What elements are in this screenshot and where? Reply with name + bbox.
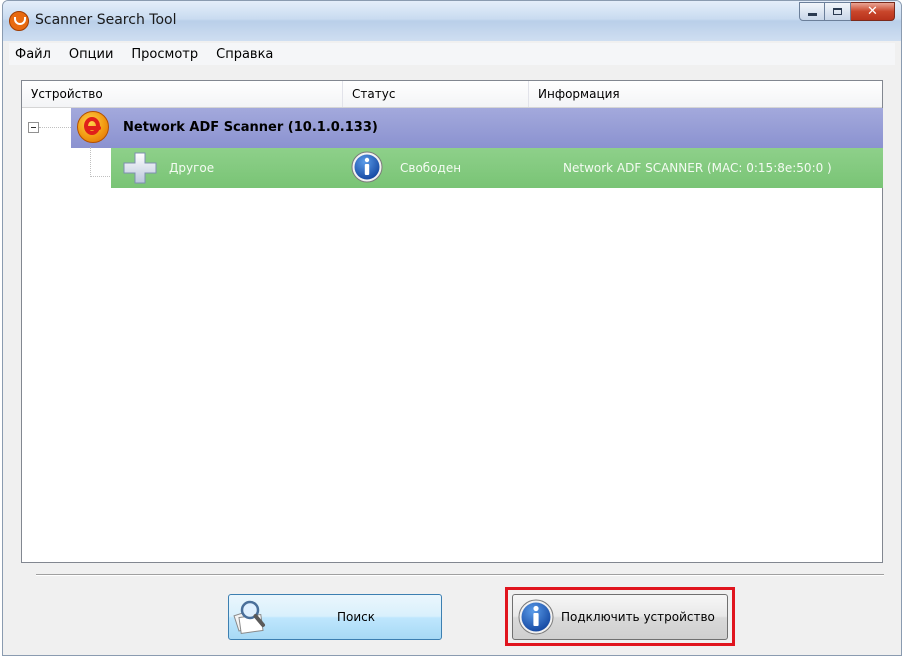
separator — [36, 574, 884, 576]
list-header: Устройство Статус Информация — [22, 81, 882, 108]
device-name: Network ADF Scanner (10.1.0.133) — [123, 120, 378, 135]
device-type: Другое — [169, 161, 215, 175]
close-button[interactable]: ✕ — [851, 2, 895, 21]
menu-help[interactable]: Справка — [214, 46, 275, 63]
menu-file[interactable]: Файл — [13, 46, 53, 63]
tree-connector — [90, 176, 112, 177]
connect-button-label: Подключить устройство — [561, 610, 715, 624]
menu-bar: Файл Опции Просмотр Справка — [9, 43, 895, 65]
maximize-button[interactable] — [825, 2, 851, 21]
info-icon — [351, 151, 383, 183]
column-header-info[interactable]: Информация — [529, 81, 884, 107]
device-info: Network ADF SCANNER (MAC: 0:15:8e:50:0 ) — [563, 161, 832, 175]
scanner-logo-icon — [77, 111, 109, 143]
device-subitem-row[interactable]: Другое Свободен Network ADF SCANNER (MAC… — [111, 148, 883, 188]
connect-device-button[interactable]: Подключить устройство — [512, 594, 728, 640]
minimize-icon — [807, 13, 817, 16]
plus-icon — [123, 152, 157, 184]
close-icon: ✕ — [867, 4, 878, 19]
scanner-logo-icon — [9, 11, 29, 31]
maximize-icon — [833, 8, 842, 15]
search-magnifier-icon — [233, 600, 265, 635]
info-icon — [518, 599, 554, 635]
device-row[interactable]: Network ADF Scanner (10.1.0.133) — [71, 108, 883, 148]
tree-connector — [39, 127, 71, 128]
search-button[interactable]: Поиск — [228, 594, 442, 640]
title-bar[interactable]: Scanner Search Tool ✕ — [3, 1, 901, 41]
collapse-toggle[interactable] — [28, 122, 39, 133]
device-list[interactable]: Устройство Статус Информация Network ADF… — [21, 80, 883, 563]
column-header-status[interactable]: Статус — [343, 81, 529, 107]
column-header-device[interactable]: Устройство — [22, 81, 343, 107]
menu-options[interactable]: Опции — [67, 46, 115, 63]
menu-view[interactable]: Просмотр — [129, 46, 200, 63]
search-button-label: Поиск — [337, 610, 376, 624]
device-status: Свободен — [400, 161, 462, 175]
tree-connector — [90, 147, 91, 177]
window-controls: ✕ — [799, 2, 895, 22]
minimize-button[interactable] — [799, 2, 825, 21]
window-title: Scanner Search Tool — [35, 12, 177, 28]
